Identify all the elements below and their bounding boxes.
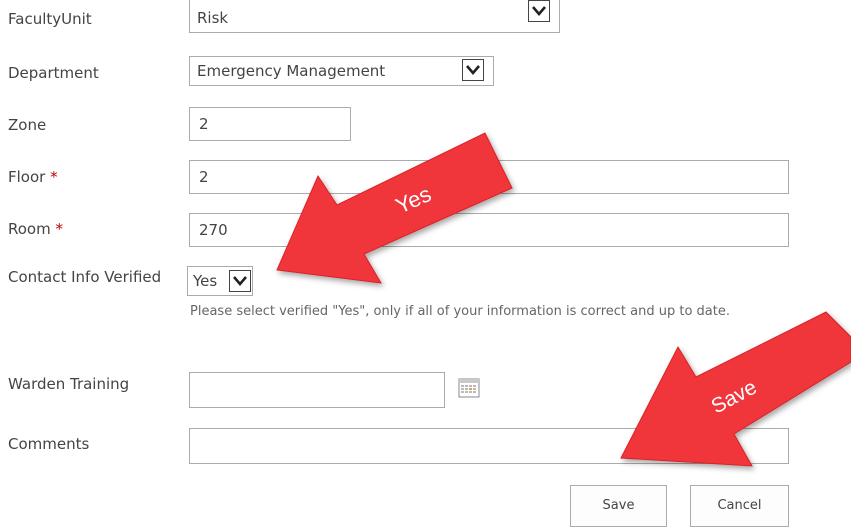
room-input[interactable] <box>189 213 789 247</box>
comments-label: Comments <box>8 435 90 453</box>
floor-label-text: Floor <box>8 168 46 186</box>
faculty-unit-select[interactable]: Risk <box>189 0 560 33</box>
save-arrow-text: Save <box>708 376 761 419</box>
yes-arrow: Yes <box>276 132 513 284</box>
department-label: Department <box>8 64 99 82</box>
zone-label: Zone <box>8 116 47 134</box>
contact-verified-label: Contact Info Verified <box>8 268 162 286</box>
chevron-down-icon[interactable] <box>229 270 251 292</box>
room-label-text: Room <box>8 220 51 238</box>
department-select[interactable]: Emergency Management <box>189 56 494 86</box>
calendar-icon[interactable] <box>458 378 480 398</box>
department-value: Emergency Management <box>197 62 386 80</box>
contact-verified-hint: Please select verified "Yes", only if al… <box>190 304 730 319</box>
zone-input[interactable] <box>189 107 351 141</box>
contact-verified-value: Yes <box>193 272 218 290</box>
contact-verified-select[interactable]: Yes <box>187 266 253 296</box>
warden-training-label: Warden Training <box>8 375 130 393</box>
warden-training-input[interactable] <box>189 372 445 408</box>
chevron-down-icon[interactable] <box>528 0 550 22</box>
comments-input[interactable] <box>189 428 789 464</box>
floor-input[interactable] <box>189 160 789 194</box>
faculty-unit-label: FacultyUnit <box>8 10 92 28</box>
faculty-unit-value: Risk <box>197 9 229 27</box>
room-label: Room * <box>8 220 63 238</box>
required-mark: * <box>55 220 64 238</box>
required-mark: * <box>50 168 58 186</box>
chevron-down-icon[interactable] <box>462 59 484 81</box>
cancel-button[interactable]: Cancel <box>690 485 789 527</box>
save-button[interactable]: Save <box>570 485 667 527</box>
yes-arrow-shape <box>276 132 513 284</box>
floor-label: Floor * <box>8 168 58 186</box>
